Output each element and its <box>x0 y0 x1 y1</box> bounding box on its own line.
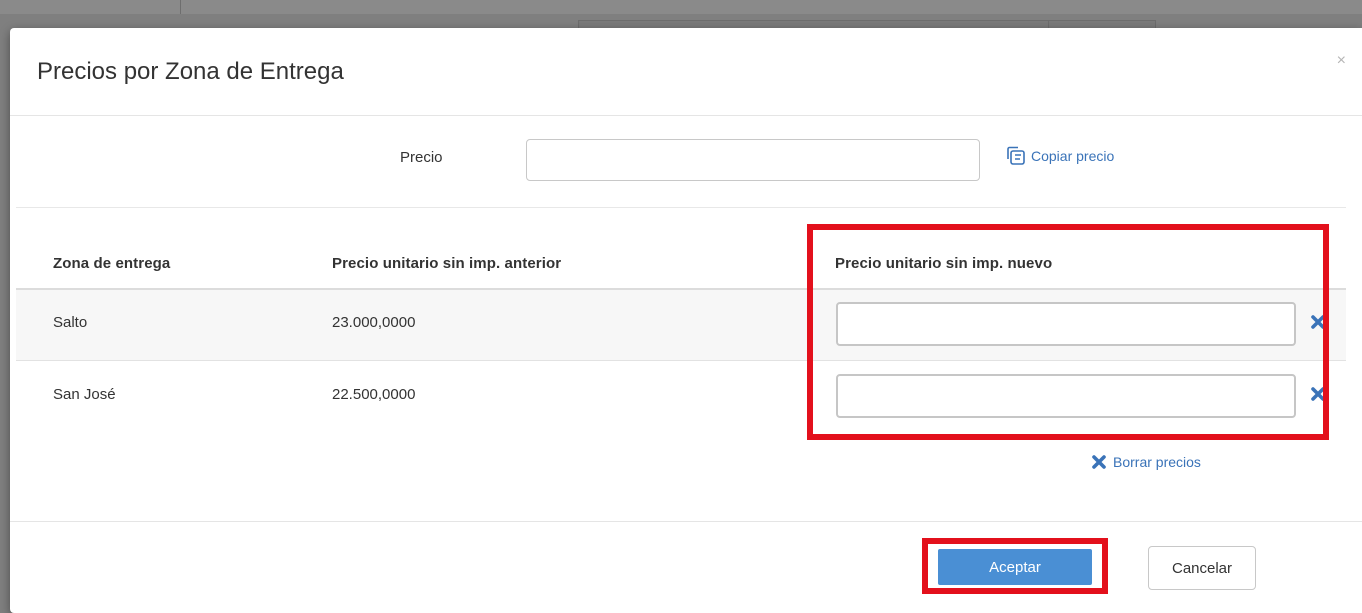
borrar-precios-link[interactable]: Borrar precios <box>1090 453 1201 471</box>
background-app-bar <box>0 0 1362 14</box>
aceptar-button[interactable]: Aceptar <box>938 549 1092 585</box>
close-icon[interactable]: × <box>1337 52 1346 70</box>
precio-label: Precio <box>400 149 443 166</box>
precio-anterior-cell: 22.500,0000 <box>332 386 416 403</box>
zona-cell: Salto <box>53 314 88 331</box>
precios-modal: Precios por Zona de Entrega × Precio Cop… <box>10 28 1362 613</box>
header-precio-anterior: Precio unitario sin imp. anterior <box>332 255 562 272</box>
divider <box>16 207 1346 208</box>
precio-input[interactable] <box>526 139 980 181</box>
header-zona: Zona de entrega <box>53 255 171 272</box>
zona-cell: San José <box>53 386 116 403</box>
aceptar-highlight: Aceptar <box>922 538 1108 594</box>
precio-anterior-cell: 23.000,0000 <box>332 314 416 331</box>
modal-header: Precios por Zona de Entrega × <box>10 28 1362 116</box>
modal-title: Precios por Zona de Entrega <box>37 58 344 85</box>
footer-divider <box>10 521 1362 522</box>
copiar-precio-link[interactable]: Copiar precio <box>1005 146 1114 166</box>
copy-icon <box>1007 146 1025 165</box>
borrar-precios-label: Borrar precios <box>1113 454 1201 470</box>
cancelar-button[interactable]: Cancelar <box>1148 546 1256 590</box>
background-separator <box>180 0 181 14</box>
times-icon <box>1092 455 1106 469</box>
highlight-box <box>807 224 1329 440</box>
copiar-precio-label: Copiar precio <box>1031 148 1115 164</box>
